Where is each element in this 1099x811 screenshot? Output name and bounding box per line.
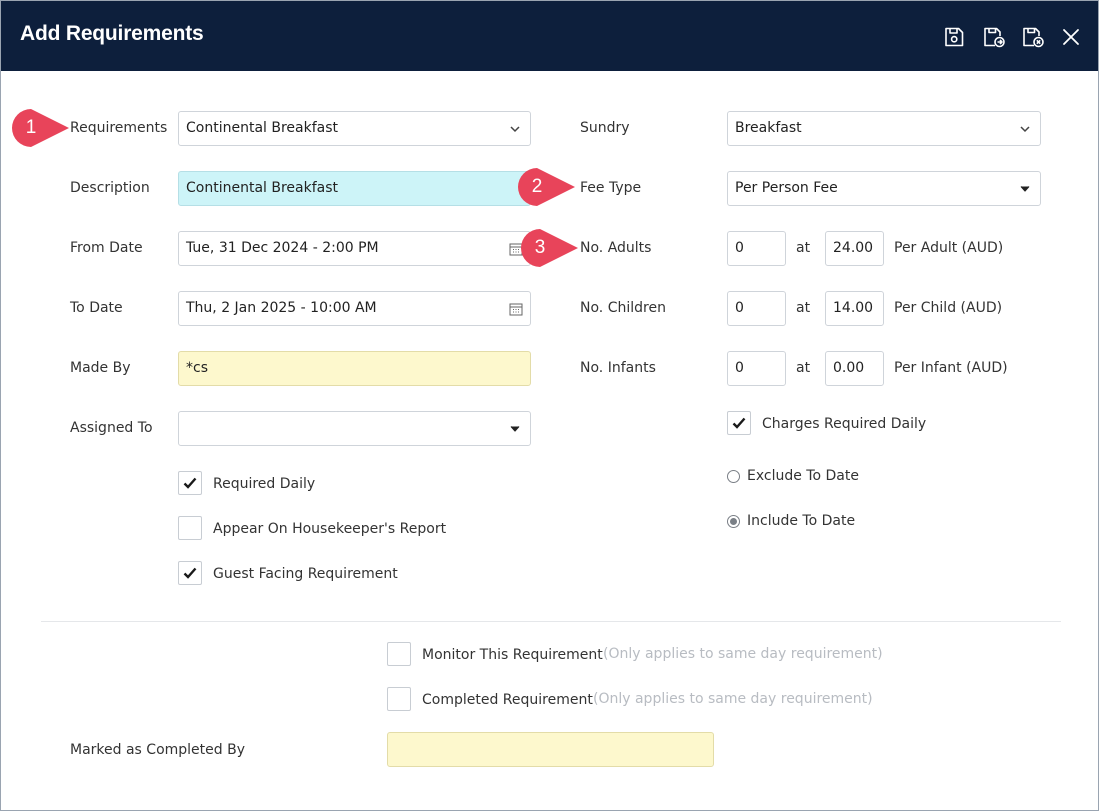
children-price-input[interactable]: 14.00	[825, 291, 884, 326]
checkmark-icon	[183, 477, 197, 489]
infants-label: No. Infants	[580, 360, 656, 376]
adults-unit-label: Per Adult (AUD)	[894, 240, 1004, 256]
fee-type-label: Fee Type	[580, 180, 642, 196]
children-label: No. Children	[580, 300, 666, 316]
assigned-to-label: Assigned To	[70, 420, 153, 436]
made-by-value: *cs	[186, 360, 208, 376]
requirements-select[interactable]: Continental Breakfast	[178, 111, 531, 146]
children-count-input[interactable]: 0	[727, 291, 786, 326]
completed-requirement-checkbox[interactable]	[387, 687, 411, 711]
to-date-label: To Date	[70, 300, 123, 316]
completed-requirement-hint: (Only applies to same day requirement)	[593, 691, 873, 707]
from-date-label: From Date	[70, 240, 143, 256]
save-icon[interactable]	[942, 25, 966, 49]
sundry-label: Sundry	[580, 120, 630, 136]
save-and-new-icon[interactable]	[982, 25, 1006, 49]
chevron-down-icon	[509, 123, 521, 135]
include-to-date-radio[interactable]	[727, 515, 740, 528]
monitor-requirement-label: Monitor This Requirement	[422, 647, 603, 663]
checkmark-icon	[732, 417, 746, 429]
housekeeper-report-checkbox[interactable]	[178, 516, 202, 540]
assigned-to-select[interactable]	[178, 411, 531, 446]
infants-at-label: at	[796, 360, 811, 376]
fee-type-value: Per Person Fee	[735, 180, 838, 196]
checkmark-icon	[183, 567, 197, 579]
section-divider	[41, 621, 1061, 622]
made-by-label: Made By	[70, 360, 131, 376]
made-by-input[interactable]: *cs	[178, 351, 531, 386]
annotation-number: 2	[531, 176, 543, 197]
required-daily-label: Required Daily	[213, 476, 316, 492]
annotation-badge-1: 1	[11, 108, 69, 148]
chevron-down-icon	[509, 423, 521, 435]
exclude-to-date-radio[interactable]	[727, 470, 740, 483]
sundry-value: Breakfast	[735, 120, 802, 136]
completed-requirement-label: Completed Requirement	[422, 692, 593, 708]
charges-daily-checkbox[interactable]	[727, 411, 751, 435]
add-requirements-dialog: Add Requirements Requirements Continenta…	[0, 0, 1099, 811]
close-icon[interactable]	[1059, 25, 1083, 49]
chevron-down-icon	[1019, 183, 1031, 195]
from-date-input[interactable]: Tue, 31 Dec 2024 - 2:00 PM	[178, 231, 531, 266]
annotation-number: 3	[534, 237, 546, 258]
charges-daily-label: Charges Required Daily	[762, 416, 927, 432]
requirements-value: Continental Breakfast	[186, 120, 339, 136]
adults-at-label: at	[796, 240, 811, 256]
to-date-input[interactable]: Thu, 2 Jan 2025 - 10:00 AM	[178, 291, 531, 326]
fee-type-select[interactable]: Per Person Fee	[727, 171, 1041, 206]
exclude-to-date-label: Exclude To Date	[747, 468, 859, 484]
children-unit-label: Per Child (AUD)	[894, 300, 1003, 316]
monitor-requirement-hint: (Only applies to same day requirement)	[603, 646, 883, 662]
annotation-badge-3: 3	[520, 228, 578, 268]
infants-count-input[interactable]: 0	[727, 351, 786, 386]
calendar-icon[interactable]	[509, 302, 523, 316]
title-bar: Add Requirements	[1, 1, 1098, 71]
requirements-label: Requirements	[70, 120, 168, 136]
description-input[interactable]: Continental Breakfast	[178, 171, 531, 206]
adults-price-input[interactable]: 24.00	[825, 231, 884, 266]
guest-facing-label: Guest Facing Requirement	[213, 566, 398, 582]
description-label: Description	[70, 180, 150, 196]
adults-count-input[interactable]: 0	[727, 231, 786, 266]
marked-completed-by-label: Marked as Completed By	[70, 742, 245, 758]
annotation-number: 1	[25, 117, 37, 138]
monitor-requirement-checkbox[interactable]	[387, 642, 411, 666]
include-to-date-label: Include To Date	[747, 513, 856, 529]
guest-facing-checkbox[interactable]	[178, 561, 202, 585]
annotation-badge-2: 2	[517, 167, 575, 207]
dialog-title: Add Requirements	[20, 22, 204, 45]
infants-price-input[interactable]: 0.00	[825, 351, 884, 386]
chevron-down-icon	[1019, 123, 1031, 135]
sundry-select[interactable]: Breakfast	[727, 111, 1041, 146]
description-value: Continental Breakfast	[186, 180, 339, 196]
from-date-value: Tue, 31 Dec 2024 - 2:00 PM	[186, 240, 379, 256]
required-daily-checkbox[interactable]	[178, 471, 202, 495]
housekeeper-report-label: Appear On Housekeeper's Report	[213, 521, 447, 537]
to-date-value: Thu, 2 Jan 2025 - 10:00 AM	[186, 300, 377, 316]
children-at-label: at	[796, 300, 811, 316]
marked-completed-by-input[interactable]	[387, 732, 714, 767]
save-and-close-icon[interactable]	[1021, 25, 1045, 49]
adults-label: No. Adults	[580, 240, 652, 256]
infants-unit-label: Per Infant (AUD)	[894, 360, 1008, 376]
